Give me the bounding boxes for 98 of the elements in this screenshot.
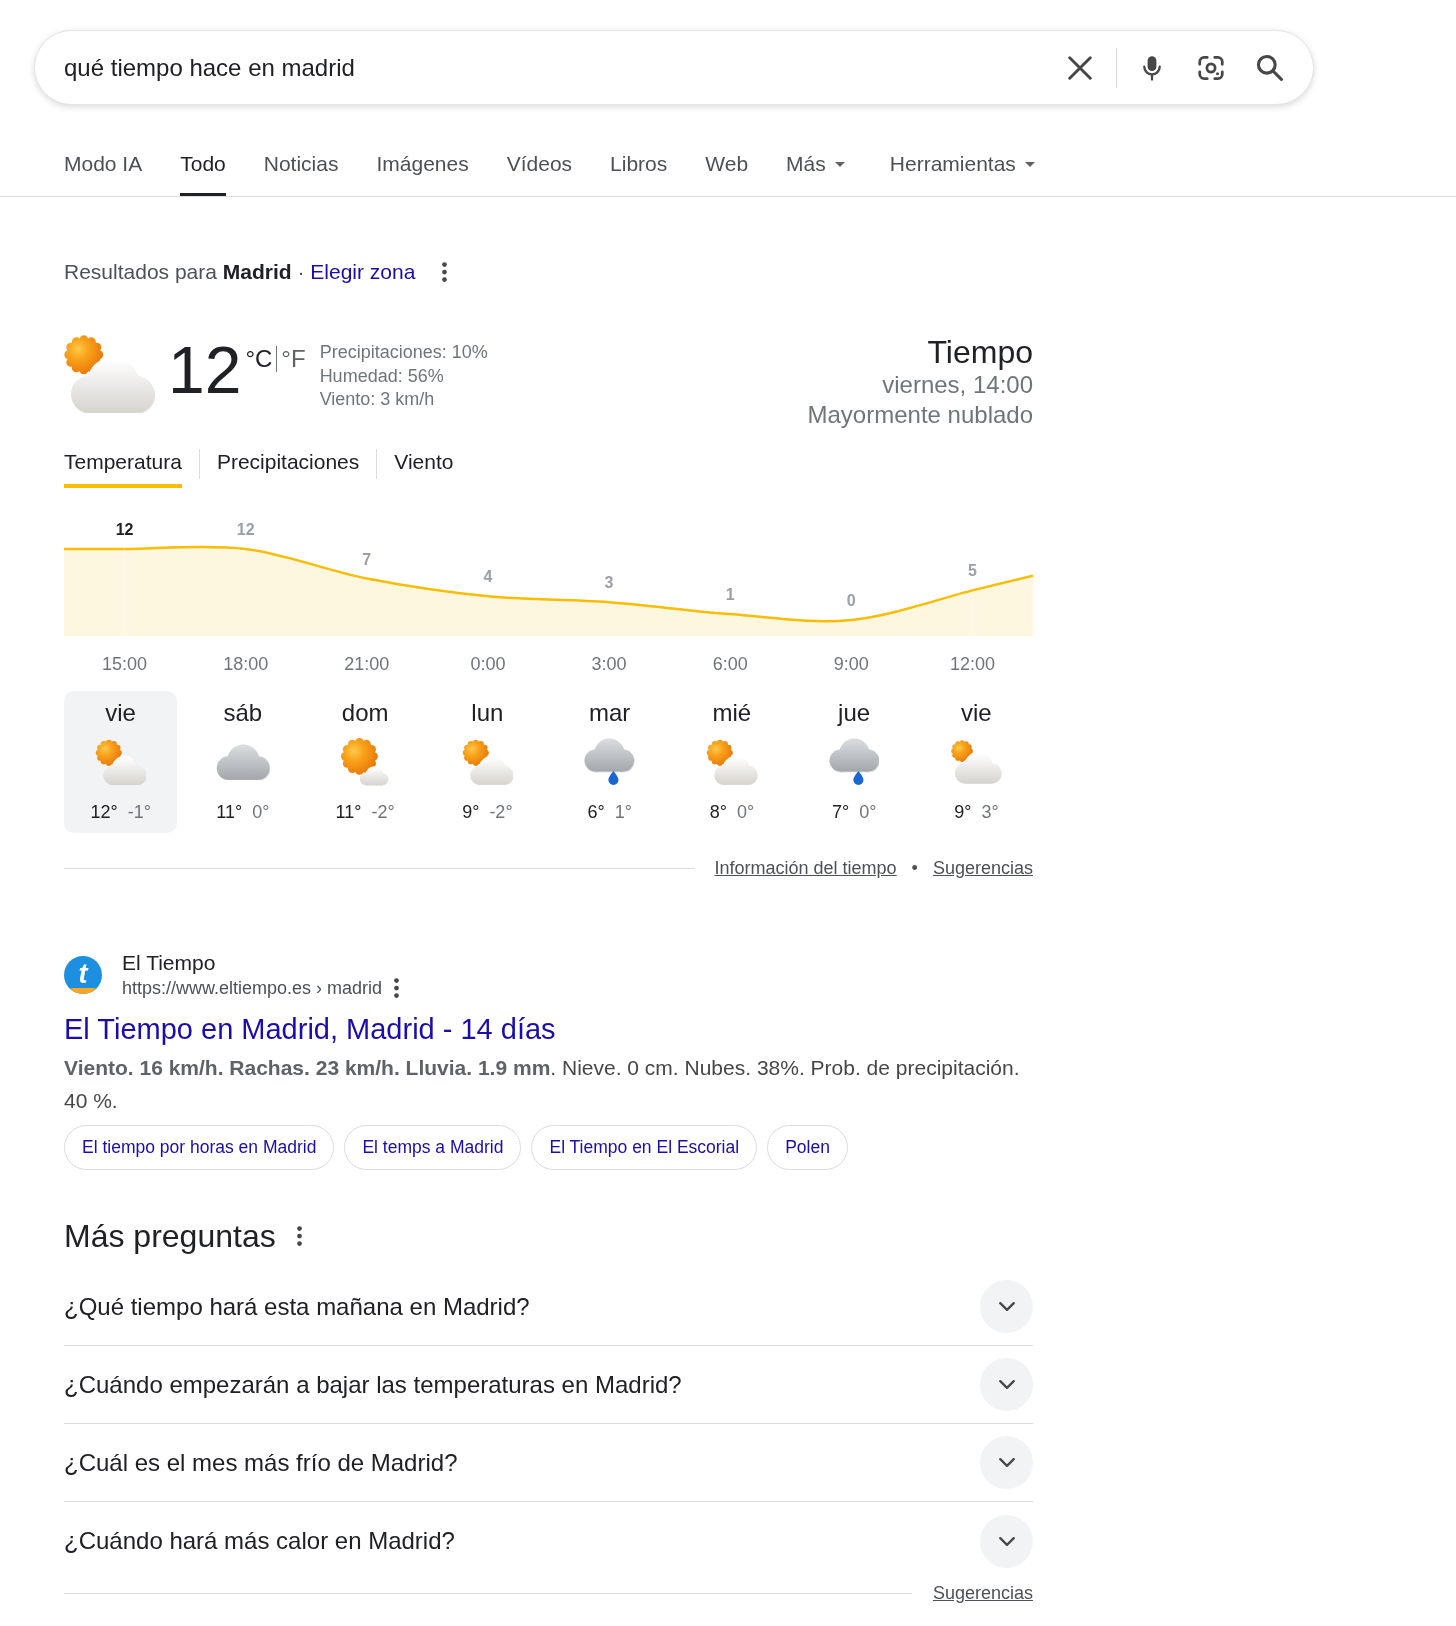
low-temperature: 1°: [614, 801, 632, 823]
low-temperature: -2°: [489, 801, 513, 823]
search-tab[interactable]: Libros: [610, 152, 668, 196]
question-text[interactable]: ¿Cuál es el mes más frío de Madrid?: [64, 1447, 458, 1478]
area-edge-extension: [972, 574, 1033, 636]
day-name: mié: [712, 699, 752, 727]
weather-detail: Viento: 3 km/h: [319, 388, 435, 411]
high-temperature: 7°: [831, 801, 850, 823]
caret-icon: [834, 161, 845, 167]
chart-tab[interactable]: Viento: [394, 449, 454, 488]
search-tab[interactable]: Modo IA: [64, 152, 143, 196]
more-options-icon[interactable]: [296, 1226, 302, 1246]
time-label: 12:00: [949, 653, 995, 675]
footer-link[interactable]: Sugerencias: [932, 857, 1033, 879]
site-name: El Tiempo: [122, 950, 216, 976]
time-label: 0:00: [470, 653, 506, 675]
microphone-icon[interactable]: [1143, 54, 1161, 81]
high-temperature: 8°: [709, 801, 727, 823]
result-title-link[interactable]: El Tiempo en Madrid, Madrid - 14 días: [64, 1011, 556, 1047]
day-forecast[interactable]: vie 12° -1°: [64, 691, 178, 833]
high-temperature: 9°: [954, 801, 972, 823]
sun-with-small-cloud-icon: [341, 738, 390, 786]
high-temperature: 9°: [462, 801, 480, 823]
time-label: 15:00: [102, 653, 148, 675]
unit-toggle[interactable]: °F: [281, 345, 306, 373]
data-label: 0: [846, 592, 856, 609]
search-field[interactable]: qué tiempo hace en madrid: [34, 30, 1314, 105]
data-label: 1: [725, 586, 735, 604]
day-name: sáb: [223, 699, 263, 727]
data-label: 4: [483, 568, 493, 586]
day-name: vie: [105, 699, 136, 727]
day-name: vie: [961, 699, 992, 727]
day-name: dom: [341, 699, 389, 727]
clear-icon[interactable]: [1068, 55, 1092, 80]
low-temperature: -2°: [371, 801, 395, 823]
day-name: jue: [838, 699, 871, 727]
search-tab[interactable]: Herramientas: [889, 152, 1035, 196]
search-tab[interactable]: Web: [705, 152, 749, 196]
sun-behind-cloud-icon: [64, 335, 155, 413]
high-temperature: 12°: [90, 801, 118, 823]
time-label: 21:00: [344, 653, 390, 675]
data-label: 3: [604, 574, 614, 592]
data-label: 5: [968, 562, 977, 580]
chart-tab[interactable]: Precipitaciones: [216, 449, 360, 488]
search-icon[interactable]: [1256, 54, 1283, 81]
more-options-icon[interactable]: [394, 978, 400, 998]
more-options-icon[interactable]: [442, 262, 448, 282]
weather-datetime: viernes, 14:00: [882, 370, 1033, 400]
search-input[interactable]: qué tiempo hace en madrid: [64, 52, 1068, 83]
day-name: mar: [588, 699, 631, 727]
section-heading: Más preguntas: [64, 1217, 276, 1256]
separator-dot: •: [911, 857, 918, 879]
sun-behind-cloud-icon: [94, 739, 147, 785]
search-tab[interactable]: Más: [786, 152, 845, 196]
question-text[interactable]: ¿Cuándo hará más calor en Madrid?: [64, 1526, 455, 1556]
sun-behind-cloud-icon: [461, 739, 514, 785]
search-tab[interactable]: Vídeos: [506, 152, 573, 196]
weather-detail: Humedad: 56%: [319, 364, 444, 388]
high-temperature: 6°: [587, 801, 605, 823]
current-temperature: 12: [168, 334, 242, 406]
time-label: 6:00: [712, 653, 748, 675]
caret-icon: [1024, 161, 1035, 167]
low-temperature: 3°: [981, 801, 999, 823]
day-name: lun: [471, 699, 504, 727]
chart-tab[interactable]: Temperatura: [64, 449, 182, 488]
result-snippet: Viento. 16 km/h. Rachas. 23 km/h. Lluvia. 1.9 mm. Nieve. 0 cm. Nubes. 38%. Prob. de precipitación. 40 %.: [64, 1055, 1021, 1114]
data-label: 12: [115, 520, 134, 538]
location-notice: Resultados para Madrid · Elegir zona: [64, 259, 416, 285]
search-tab[interactable]: Todo: [180, 152, 226, 196]
weather-description: Mayormente nublado: [807, 400, 1033, 430]
question-text[interactable]: ¿Qué tiempo hará esta mañana en Madrid?: [64, 1291, 530, 1322]
high-temperature: 11°: [335, 801, 362, 823]
site-logo: t: [64, 956, 102, 994]
rain-cloud-icon: [828, 738, 880, 786]
low-temperature: 0°: [736, 801, 755, 823]
search-tab[interactable]: Noticias: [263, 152, 339, 196]
cloud-icon: [215, 743, 270, 781]
search-tab[interactable]: Imágenes: [376, 152, 469, 196]
low-temperature: -1°: [127, 801, 151, 823]
sun-behind-cloud-icon: [706, 739, 758, 785]
weather-title: Tiempo: [927, 334, 1033, 370]
high-temperature: 11°: [216, 801, 243, 823]
rain-cloud-icon: [584, 738, 635, 786]
footer-link[interactable]: Información del tiempo: [714, 857, 897, 879]
time-label: 3:00: [591, 653, 627, 675]
data-label: 7: [362, 550, 372, 568]
suggestions-link[interactable]: Sugerencias: [932, 1582, 1033, 1604]
sun-behind-cloud-icon: [951, 740, 1002, 784]
low-temperature: 0°: [859, 801, 877, 823]
question-text[interactable]: ¿Cuándo empezarán a bajar las temperaturas en Madrid?: [64, 1369, 682, 1400]
data-label: 12: [236, 520, 255, 538]
unit-toggle[interactable]: °C: [245, 345, 273, 373]
time-label: 9:00: [833, 653, 869, 675]
choose-location-link[interactable]: Elegir zona: [310, 260, 416, 283]
site-url: https://www.eltiempo.es › madrid: [122, 977, 383, 1000]
low-temperature: 0°: [252, 801, 270, 823]
weather-detail: Precipitaciones: 10%: [319, 341, 488, 364]
time-label: 18:00: [223, 653, 269, 675]
